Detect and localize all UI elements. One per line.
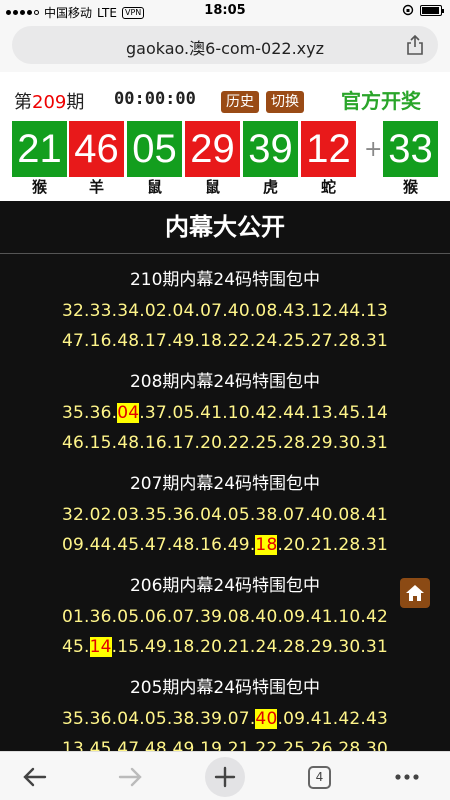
special-ball-zodiac: 猴 bbox=[402, 178, 418, 196]
section-title: 内幕大公开 bbox=[0, 201, 450, 254]
number-line: 09.44.45.47.48.16.49.18.20.21.28.31 bbox=[61, 535, 389, 555]
ball-zodiac: 蛇 bbox=[320, 178, 336, 196]
address-bar[interactable]: gaokao.澳6-com-022.xyz bbox=[12, 26, 438, 64]
switch-button[interactable]: 切换 bbox=[266, 91, 304, 113]
tabs-icon[interactable]: 4 bbox=[308, 766, 331, 789]
prediction-block: 207期内幕24码特围包中 32.02.03.35.36.04.05.38.07… bbox=[0, 472, 450, 560]
draw-result: 21 猴 46 羊 05 鼠 29 鼠 39 虎 12 蛇 + 33 猴 bbox=[0, 119, 450, 201]
new-tab-plus-icon bbox=[214, 766, 236, 788]
number-line: 01.36.05.06.07.39.08.40.09.41.10.42 bbox=[61, 607, 389, 627]
number-line: 35.36.04.37.05.41.10.42.44.13.45.14 bbox=[61, 403, 389, 423]
orientation-lock-icon bbox=[402, 4, 414, 16]
hit-number: 40 bbox=[255, 709, 278, 729]
period-number: 209 bbox=[32, 92, 67, 113]
status-time: 18:05 bbox=[204, 3, 246, 18]
number-line: 46.15.48.16.17.20.22.25.28.29.30.31 bbox=[61, 433, 389, 453]
prediction-heading: 206期内幕24码特围包中 bbox=[129, 576, 321, 596]
lottery-header: 第209期 00:00:00 历史 切换 官方开奖 bbox=[0, 84, 450, 118]
prediction-block: 208期内幕24码特围包中 35.36.04.37.05.41.10.42.44… bbox=[0, 370, 450, 458]
ball-zodiac: 羊 bbox=[88, 178, 104, 196]
hit-number: 04 bbox=[117, 403, 140, 423]
hit-number: 18 bbox=[255, 535, 278, 555]
prediction-block: 210期内幕24码特围包中 32.33.34.02.04.07.40.08.43… bbox=[0, 268, 450, 356]
prediction-heading: 208期内幕24码特围包中 bbox=[129, 372, 321, 392]
prediction-block: 205期内幕24码特围包中 35.36.04.05.38.39.07.40.09… bbox=[0, 676, 450, 751]
draw-ball: 29 bbox=[185, 121, 240, 177]
number-line: 45.14.15.49.18.20.21.24.28.29.30.31 bbox=[61, 637, 389, 657]
countdown-timer: 00:00:00 bbox=[114, 89, 196, 109]
plus-sign: + bbox=[364, 137, 383, 162]
insider-content: 内幕大公开 210期内幕24码特围包中 32.33.34.02.04.07.40… bbox=[0, 201, 450, 751]
number-line: 35.36.04.05.38.39.07.40.09.41.42.43 bbox=[61, 709, 389, 729]
more-icon[interactable] bbox=[378, 752, 438, 800]
forward-arrow-icon[interactable] bbox=[100, 752, 160, 800]
home-button[interactable] bbox=[400, 578, 430, 608]
ball-zodiac: 猴 bbox=[31, 178, 47, 196]
prediction-heading: 210期内幕24码特围包中 bbox=[129, 270, 321, 290]
back-arrow-icon[interactable] bbox=[5, 752, 65, 800]
browser-address-area: gaokao.澳6-com-022.xyz bbox=[0, 22, 450, 72]
home-icon bbox=[406, 585, 424, 601]
share-icon[interactable] bbox=[406, 35, 424, 55]
number-line: 13.45.47.48.49.19.21.22.25.26.28.30 bbox=[61, 739, 389, 751]
prediction-heading: 207期内幕24码特围包中 bbox=[129, 474, 321, 494]
url-text[interactable]: gaokao.澳6-com-022.xyz bbox=[12, 35, 438, 59]
period-suffix: 期 bbox=[66, 92, 85, 113]
prediction-block: 206期内幕24码特围包中 01.36.05.06.07.39.08.40.09… bbox=[0, 574, 450, 662]
ball-zodiac: 鼠 bbox=[146, 178, 162, 196]
number-line: 32.02.03.35.36.04.05.38.07.40.08.41 bbox=[61, 505, 389, 525]
ball-zodiac: 鼠 bbox=[204, 178, 220, 196]
draw-ball: 21 bbox=[12, 121, 67, 177]
official-draw-link[interactable]: 官方开奖 bbox=[341, 85, 421, 114]
hit-number: 14 bbox=[89, 637, 112, 657]
number-line: 32.33.34.02.04.07.40.08.43.12.44.13 bbox=[61, 301, 389, 321]
browser-toolbar: 4 bbox=[0, 751, 450, 800]
special-ball: 33 bbox=[383, 121, 438, 177]
draw-ball: 46 bbox=[69, 121, 124, 177]
period-label: 第209期 bbox=[14, 88, 84, 114]
new-tab-button[interactable] bbox=[205, 757, 245, 797]
draw-ball: 05 bbox=[127, 121, 182, 177]
battery-icon bbox=[420, 4, 444, 16]
status-bar: 中国移动 LTE VPN 18:05 bbox=[0, 0, 450, 22]
prediction-heading: 205期内幕24码特围包中 bbox=[129, 678, 321, 698]
history-button[interactable]: 历史 bbox=[221, 91, 259, 113]
draw-ball: 39 bbox=[243, 121, 298, 177]
draw-ball: 12 bbox=[301, 121, 356, 177]
period-prefix: 第 bbox=[14, 92, 32, 113]
number-line: 47.16.48.17.49.18.22.24.25.27.28.31 bbox=[61, 331, 389, 351]
ball-zodiac: 虎 bbox=[262, 178, 278, 196]
